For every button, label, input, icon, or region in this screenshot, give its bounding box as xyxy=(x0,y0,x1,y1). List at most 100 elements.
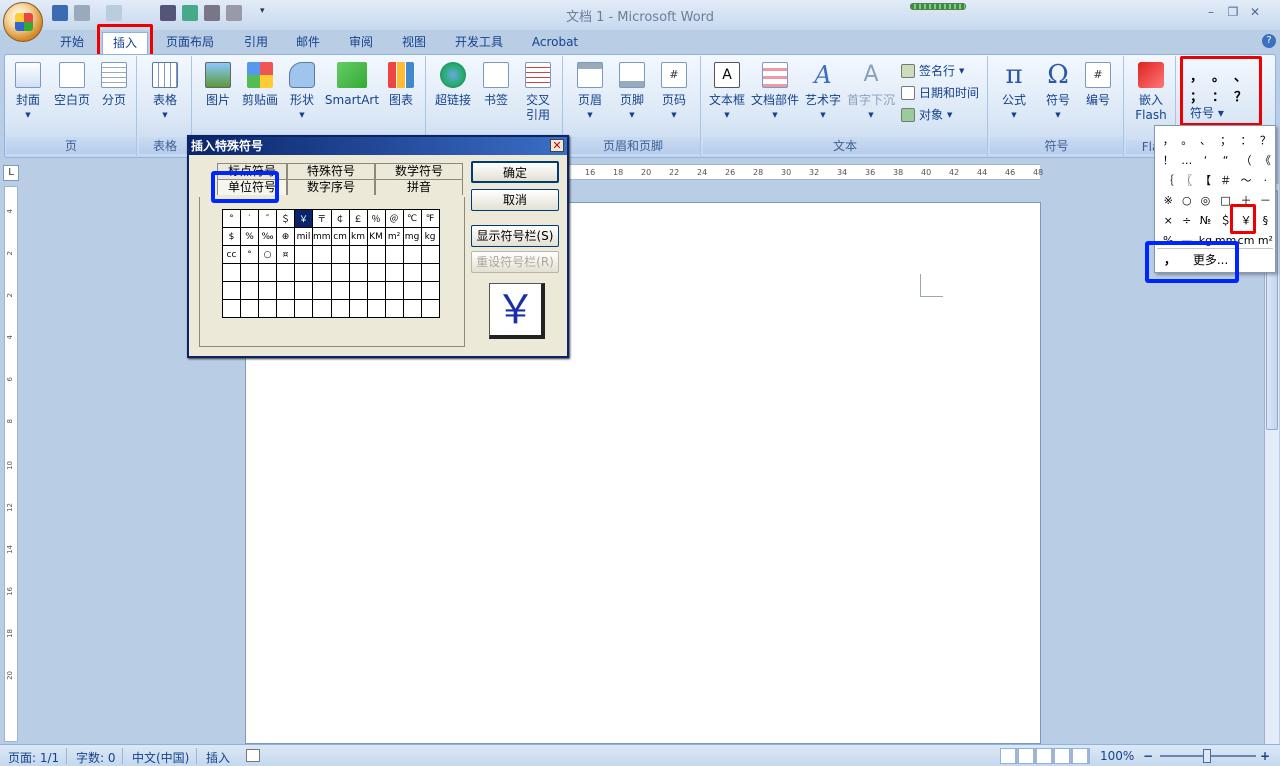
symbol-cell[interactable] xyxy=(258,281,277,300)
symbol-cell[interactable] xyxy=(312,263,332,282)
help-icon[interactable]: ? xyxy=(1262,34,1276,48)
symbol-cell[interactable] xyxy=(348,263,368,282)
equation-button[interactable]: π 公式 ▼ xyxy=(992,62,1036,123)
object-button[interactable]: 对象 ▼ xyxy=(901,106,952,123)
symbol-dropdown-grid[interactable]: ，。、；：？！… ‘“（《｛〖【＃～ · ※ ○ ◎ □ ＋－ × ÷ № ＄ ￥ §% — kg mm cm m² xyxy=(1159,130,1275,250)
dropdown-symbol-cell[interactable]: － xyxy=(1256,190,1275,210)
footer-button[interactable]: 页脚 ▼ xyxy=(612,62,652,123)
symbol-cell[interactable]: ％ xyxy=(366,209,386,228)
page-count[interactable]: 页面: 1/1 xyxy=(8,749,59,766)
symbol-cell[interactable] xyxy=(330,299,350,318)
symbol-cell[interactable]: $ xyxy=(222,227,241,246)
symbol-cell[interactable] xyxy=(348,281,368,300)
dropdown-symbol-cell[interactable]: 、 xyxy=(1196,130,1215,150)
symbol-cell[interactable] xyxy=(420,245,440,264)
dropdown-symbol-cell[interactable]: ｛ xyxy=(1159,170,1178,190)
zoom-slider-thumb[interactable] xyxy=(1203,749,1211,763)
dropdown-symbol-cell[interactable]: ○ xyxy=(1178,190,1197,210)
embed-flash-button[interactable]: 嵌入 Flash xyxy=(1130,62,1172,123)
symbol-cell[interactable] xyxy=(366,263,386,282)
symbol-cell[interactable] xyxy=(384,299,404,318)
tab-math[interactable]: 数学符号 xyxy=(375,163,463,179)
dropdown-symbol-cell[interactable]: ！ xyxy=(1159,150,1178,170)
symbol-cell[interactable] xyxy=(420,263,440,282)
shapes-button[interactable]: 形状 ▼ xyxy=(282,62,322,123)
symbol-cell[interactable]: ＄ xyxy=(276,209,295,228)
tab-home[interactable]: 开始 xyxy=(52,32,92,54)
symbol-cell[interactable]: ￡ xyxy=(348,209,368,228)
symbol-cell[interactable]: ＠ xyxy=(384,209,404,228)
zoom-out-button[interactable]: − xyxy=(1143,749,1153,763)
dropdown-symbol-cell[interactable]: “ xyxy=(1215,150,1236,170)
tab-selector-icon[interactable]: L xyxy=(3,165,19,181)
textbox-button[interactable]: A 文本框 ▼ xyxy=(705,62,749,123)
dropdown-symbol-cell[interactable]: × xyxy=(1159,210,1178,230)
page-break-button[interactable]: 分页 xyxy=(94,62,134,108)
symbol-cell[interactable]: mil xyxy=(294,227,313,246)
dropdown-symbol-cell[interactable]: ； xyxy=(1215,130,1236,150)
symbol-cell[interactable] xyxy=(258,263,277,282)
symbol-cell[interactable] xyxy=(276,299,295,318)
symbol-cell[interactable]: ○ xyxy=(258,245,277,264)
dropdown-symbol-cell[interactable]: 【 xyxy=(1196,170,1215,190)
dropdown-symbol-cell[interactable]: ～ xyxy=(1236,170,1255,190)
symbol-cell[interactable]: ′ xyxy=(240,209,259,228)
symbol-cell[interactable] xyxy=(312,299,332,318)
symbol-cell[interactable] xyxy=(312,281,332,300)
symbol-cell[interactable] xyxy=(312,245,332,264)
symbol-cell[interactable] xyxy=(384,281,404,300)
symbol-cell[interactable]: KM xyxy=(366,227,386,246)
smartart-button[interactable]: SmartArt xyxy=(322,62,382,108)
header-button[interactable]: 页眉 ▼ xyxy=(570,62,610,123)
symbol-cell[interactable]: ″ xyxy=(258,209,277,228)
symbol-grid[interactable]: ° ′ ″ ＄ ￥ 〒 ￠ ￡ ％＠ ℃ ℉ $% ‰ ⊕ mil mm cm km KM m² mg kg cc ° ○ ¤ xyxy=(222,209,440,318)
tab-page-layout[interactable]: 页面布局 xyxy=(160,32,220,54)
cross-reference-button[interactable]: 交叉 引用 xyxy=(516,62,560,123)
dropdown-symbol-cell[interactable]: ‘ xyxy=(1196,150,1215,170)
dropdown-symbol-cell[interactable]: m² xyxy=(1256,230,1275,250)
symbol-cell[interactable] xyxy=(402,245,422,264)
hyperlink-button[interactable]: 超链接 xyxy=(430,62,476,108)
dropdown-symbol-cell[interactable]: 。 xyxy=(1178,130,1197,150)
show-symbol-bar-button[interactable]: 显示符号栏(S) xyxy=(471,225,559,247)
quick-parts-button[interactable]: 文档部件 ▼ xyxy=(749,62,801,123)
tab-pinyin[interactable]: 拼音 xyxy=(375,179,463,195)
symbol-cell[interactable]: km xyxy=(348,227,368,246)
symbol-cell[interactable]: 〒 xyxy=(312,209,332,228)
symbol-cell[interactable]: mm xyxy=(312,227,332,246)
symbol-cell[interactable] xyxy=(420,281,440,300)
dropdown-symbol-cell[interactable]: № xyxy=(1196,210,1215,230)
symbol-cell[interactable] xyxy=(348,245,368,264)
signature-line-button[interactable]: 签名行 ▼ xyxy=(901,62,964,79)
tab-mailings[interactable]: 邮件 xyxy=(288,32,328,54)
symbol-cell[interactable]: % xyxy=(240,227,259,246)
symbol-cell[interactable] xyxy=(240,281,259,300)
dropdown-symbol-cell[interactable]: ＃ xyxy=(1215,170,1236,190)
zoom-in-button[interactable]: + xyxy=(1260,749,1270,763)
symbol-cell[interactable]: ‰ xyxy=(258,227,277,246)
dropdown-symbol-cell[interactable]: … xyxy=(1178,150,1197,170)
language-indicator[interactable]: 中文(中国) xyxy=(132,749,189,766)
tab-special[interactable]: 特殊符号 xyxy=(287,163,375,179)
cancel-button[interactable]: 取消 xyxy=(471,189,559,211)
tab-review[interactable]: 审阅 xyxy=(341,32,381,54)
symbol-cell[interactable] xyxy=(384,263,404,282)
symbol-cell[interactable] xyxy=(222,263,241,282)
symbol-cell[interactable] xyxy=(258,299,277,318)
minimize-button[interactable]: – xyxy=(1200,5,1222,19)
cover-page-button[interactable]: 封面 ▼ xyxy=(8,62,48,123)
symbol-button[interactable]: Ω 符号 ▼ xyxy=(1036,62,1080,123)
symbol-cell[interactable] xyxy=(366,299,386,318)
symbol-cell[interactable]: ￥ xyxy=(294,209,313,228)
symbol-cell[interactable]: cm xyxy=(330,227,350,246)
dropdown-symbol-cell[interactable]: ， xyxy=(1159,130,1178,150)
symbol-cell[interactable] xyxy=(276,263,295,282)
symbol-cell[interactable] xyxy=(366,281,386,300)
symbol-cell[interactable] xyxy=(294,263,313,282)
wordart-button[interactable]: A 艺术字 ▼ xyxy=(801,62,845,123)
date-time-button[interactable]: 日期和时间 xyxy=(901,84,979,101)
tab-acrobat[interactable]: Acrobat xyxy=(524,32,586,54)
clipart-button[interactable]: 剪贴画 xyxy=(238,62,282,108)
view-buttons[interactable] xyxy=(1000,748,1090,764)
tab-numbering[interactable]: 数字序号 xyxy=(287,179,375,195)
